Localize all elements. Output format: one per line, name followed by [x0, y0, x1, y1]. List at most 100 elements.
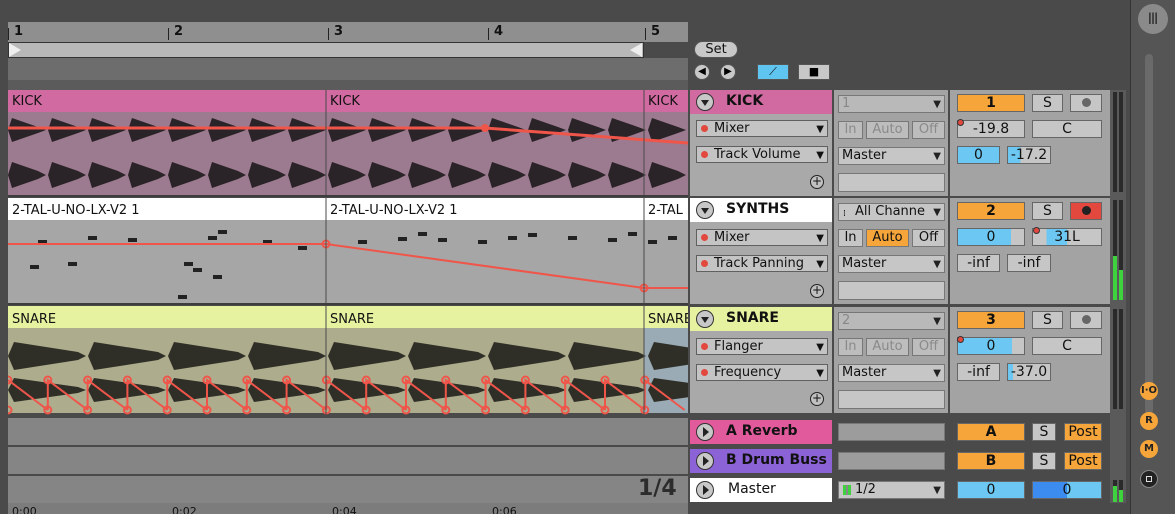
monitor-auto-kick[interactable]: Auto: [866, 121, 909, 139]
output-channel-synths[interactable]: [838, 281, 945, 300]
output-synths[interactable]: Master ▼: [838, 255, 945, 273]
param-chooser-snare[interactable]: Frequency ▼: [696, 364, 828, 381]
monitor-auto-synths[interactable]: Auto: [866, 229, 909, 247]
volume-kick[interactable]: -19.8: [957, 120, 1025, 138]
lock-icon[interactable]: ■: [798, 64, 830, 80]
device-chooser-kick[interactable]: Mixer ▼: [696, 120, 828, 137]
fold-snare-icon[interactable]: [696, 310, 714, 328]
delay-toggle-icon[interactable]: [1140, 470, 1158, 488]
track-activator-synths[interactable]: 2: [957, 202, 1025, 220]
pan-synths[interactable]: 31L: [1032, 228, 1102, 246]
fold-master-icon[interactable]: [696, 481, 714, 499]
monitor-off-snare[interactable]: Off: [912, 338, 945, 356]
send-b-synths[interactable]: -inf: [1007, 254, 1051, 272]
loop-brace[interactable]: [8, 42, 644, 58]
fold-return-a-icon[interactable]: [696, 423, 714, 441]
add-lane-snare-icon[interactable]: +: [810, 392, 824, 406]
loop-end-marker-icon[interactable]: [630, 43, 642, 57]
track-name-snare[interactable]: SNARE: [726, 310, 779, 326]
pre-post-return-a[interactable]: Post: [1064, 423, 1102, 441]
volume-master[interactable]: 0: [957, 481, 1025, 499]
arm-synths-icon[interactable]: [1070, 202, 1102, 220]
clip-synth-1[interactable]: 2-TAL-U-NO-LX-V2 1: [8, 203, 326, 218]
track-name-synths[interactable]: SYNTHS: [726, 201, 789, 217]
set-button[interactable]: Set: [694, 41, 738, 58]
vertical-scrollbar[interactable]: [1145, 54, 1153, 414]
monitor-in-kick[interactable]: In: [838, 121, 863, 139]
track-name-kick[interactable]: KICK: [726, 93, 763, 109]
locator-lane[interactable]: [8, 58, 688, 80]
clip-snare-2[interactable]: SNARE: [326, 312, 644, 327]
return-activator-b[interactable]: B: [957, 452, 1025, 470]
output-snare[interactable]: Master ▼: [838, 364, 945, 382]
return-activator-a[interactable]: A: [957, 423, 1025, 441]
fold-kick-icon[interactable]: [696, 93, 714, 111]
solo-kick[interactable]: S: [1032, 94, 1063, 112]
add-lane-synths-icon[interactable]: +: [810, 284, 824, 298]
mixer-toggle[interactable]: M: [1140, 440, 1158, 458]
return-name-b[interactable]: B Drum Buss: [726, 452, 827, 468]
send-a-synths[interactable]: -inf: [957, 254, 1000, 272]
solo-snare[interactable]: S: [1032, 311, 1063, 329]
beat-ruler[interactable]: [8, 22, 688, 42]
next-locator-icon[interactable]: ▶: [720, 64, 736, 80]
clip-kick-3[interactable]: KICK: [644, 94, 688, 109]
return-name-a[interactable]: A Reverb: [726, 423, 798, 439]
input-synths[interactable]: ⁞ All Channe ▼: [838, 203, 945, 221]
master-lane[interactable]: [8, 476, 688, 503]
input-snare[interactable]: 2 ▼: [838, 312, 945, 330]
solo-return-b[interactable]: S: [1032, 452, 1056, 470]
device-chooser-snare[interactable]: Flanger ▼: [696, 338, 828, 355]
clip-snare-3[interactable]: SNARE: [644, 312, 688, 327]
send-b-kick[interactable]: -17.2: [1007, 146, 1051, 164]
solo-synths[interactable]: S: [1032, 202, 1063, 220]
send-a-kick[interactable]: 0: [957, 146, 1000, 164]
pan-master[interactable]: 0: [1032, 481, 1102, 499]
arrangement-clip-area[interactable]: [8, 90, 688, 415]
device-chooser-synths[interactable]: Mixer ▼: [696, 229, 828, 246]
automation-mode-icon[interactable]: ⟋: [757, 64, 789, 80]
track-activator-snare[interactable]: 3: [957, 311, 1025, 329]
solo-return-a[interactable]: S: [1032, 423, 1056, 441]
output-return-b[interactable]: [838, 452, 945, 470]
clip-synth-3[interactable]: 2-TAL: [644, 203, 688, 218]
output-channel-snare[interactable]: [838, 390, 945, 409]
send-b-snare[interactable]: -37.0: [1007, 363, 1051, 381]
volume-snare[interactable]: 0: [957, 337, 1025, 355]
monitor-in-synths[interactable]: In: [838, 229, 863, 247]
overview-toggle-icon[interactable]: Ⅲ: [1138, 4, 1168, 34]
monitor-off-kick[interactable]: Off: [912, 121, 945, 139]
master-name[interactable]: Master: [728, 481, 776, 497]
prev-locator-icon[interactable]: ◀: [694, 64, 710, 80]
volume-synths[interactable]: 0: [957, 228, 1025, 246]
monitor-off-synths[interactable]: Off: [912, 229, 945, 247]
clip-kick-2[interactable]: KICK: [326, 94, 644, 109]
track-activator-kick[interactable]: 1: [957, 94, 1025, 112]
output-return-a[interactable]: [838, 423, 945, 441]
add-lane-kick-icon[interactable]: +: [810, 175, 824, 189]
io-toggle[interactable]: I·O: [1140, 382, 1158, 400]
fold-synths-icon[interactable]: [696, 201, 714, 219]
pan-snare[interactable]: C: [1032, 337, 1102, 355]
return-b-lane[interactable]: [8, 447, 688, 474]
clip-kick-1[interactable]: KICK: [8, 94, 326, 109]
pan-kick[interactable]: C: [1032, 120, 1102, 138]
returns-toggle[interactable]: R: [1140, 412, 1158, 430]
send-a-snare[interactable]: -inf: [957, 363, 1000, 381]
loop-start-marker-icon[interactable]: [9, 43, 21, 57]
input-kick[interactable]: 1 ▼: [838, 95, 945, 113]
cue-out-master[interactable]: 1/2 ▼: [838, 481, 945, 499]
output-kick[interactable]: Master ▼: [838, 147, 945, 165]
param-chooser-kick[interactable]: Track Volume ▼: [696, 146, 828, 163]
monitor-in-snare[interactable]: In: [838, 338, 863, 356]
arm-kick-icon[interactable]: [1070, 94, 1102, 112]
output-channel-kick[interactable]: [838, 173, 945, 192]
clip-snare-1[interactable]: SNARE: [8, 312, 326, 327]
param-chooser-synths[interactable]: Track Panning ▼: [696, 255, 828, 272]
fold-return-b-icon[interactable]: [696, 452, 714, 470]
return-a-lane[interactable]: [8, 418, 688, 445]
pre-post-return-b[interactable]: Post: [1064, 452, 1102, 470]
monitor-auto-snare[interactable]: Auto: [866, 338, 909, 356]
arm-snare-icon[interactable]: [1070, 311, 1102, 329]
clip-synth-2[interactable]: 2-TAL-U-NO-LX-V2 1: [326, 203, 644, 218]
